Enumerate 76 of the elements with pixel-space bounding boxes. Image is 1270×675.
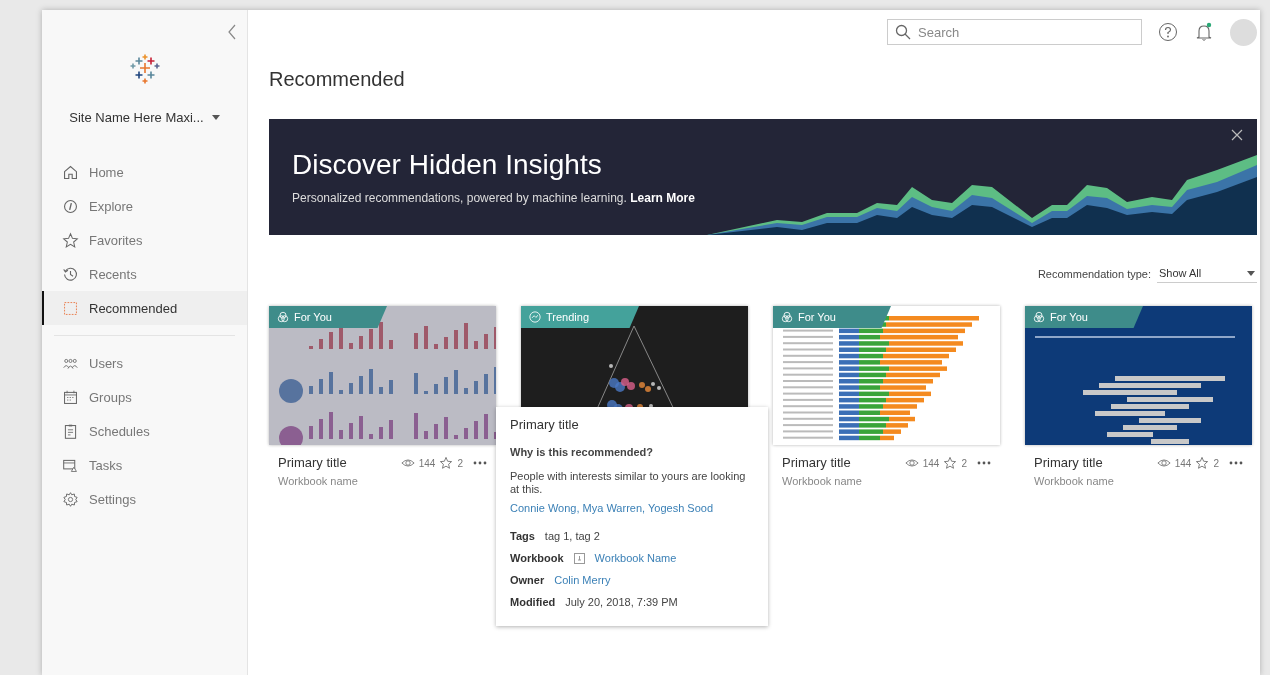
sidebar-item[interactable]: Settings [42,482,247,516]
favorite-count: 2 [961,457,967,469]
people-links[interactable]: Connie Wong, Mya Warren, Yogesh Sood [510,502,754,515]
sidebar-item[interactable]: Recents [42,257,247,291]
circles-icon [1033,311,1045,323]
sidebar-item[interactable]: Tasks [42,448,247,482]
learn-more-link[interactable]: Learn More [630,191,695,205]
tag-label: For You [1050,311,1088,323]
filter-label: Recommendation type: [1037,268,1151,280]
star-icon[interactable] [1195,456,1210,470]
star-icon [62,231,79,249]
banner-title: Discover Hidden Insights [292,149,603,181]
field-value[interactable]: Workbook Name [594,552,677,565]
view-count: 144 [922,457,940,469]
search-field[interactable]: Search [887,19,1142,45]
more-icon[interactable] [1229,461,1243,465]
favorite-count: 2 [457,457,463,469]
more-icon[interactable] [977,461,991,465]
sidebar-item[interactable]: Groups [42,380,247,414]
caret-icon[interactable] [211,115,220,120]
eye-icon [904,456,919,470]
workbook-name: Workbook name [278,475,358,487]
reason-text: People with interests similar to yours are looking at this. [510,470,747,497]
field-label: Tags [510,530,535,543]
eye-icon [1156,456,1171,470]
workbook-icon [573,552,585,564]
home-icon [62,163,79,181]
star-icon[interactable] [943,456,958,470]
settings-icon [62,490,79,508]
field-value: July 20, 2018, 7:39 PM [565,596,678,609]
search-icon [895,24,911,40]
favorite-count: 2 [1213,457,1219,469]
notification-bell-icon[interactable] [1194,22,1214,42]
trend-icon [529,311,541,323]
field-label: Modified [510,596,556,609]
field-label: Owner [510,574,545,587]
card-title[interactable]: Primary title [278,455,358,470]
logo-icon [129,54,160,84]
card-title[interactable]: Primary title [782,455,862,470]
popover-title: Primary title [510,417,580,432]
caret-icon [1247,270,1255,276]
field-label: Workbook [510,552,564,565]
sidebar-item[interactable]: Explore [42,189,247,223]
eye-icon [400,456,415,470]
sidebar-item[interactable]: Favorites [42,223,247,257]
help-icon[interactable] [1158,22,1178,42]
site-name[interactable]: Site Name Here Maxi... [69,110,204,125]
view-count: 144 [1174,457,1192,469]
banner-text: Personalized recommendations, powered by machine learning. Learn More [292,191,696,205]
view-count: 144 [418,457,436,469]
tag-label: For You [798,311,836,323]
tag-label: For You [294,311,332,323]
recommendation-type-dropdown[interactable]: Show All [1157,265,1257,283]
star-icon[interactable] [439,456,454,470]
close-icon[interactable] [1231,129,1243,141]
card-title[interactable]: Primary title [1034,455,1114,470]
more-icon[interactable] [473,461,487,465]
sidebar-item[interactable]: Home [42,155,247,189]
collapse-icon[interactable] [227,24,237,40]
field-value: tag 1, tag 2 [544,530,600,543]
groups-icon [62,388,79,406]
page-title: Recommended [269,68,406,91]
recommended-icon [62,299,79,317]
field-value[interactable]: Colin Merry [554,574,611,587]
workbook-name: Workbook name [1034,475,1114,487]
sidebar-item[interactable]: Schedules [42,414,247,448]
tag-label: Trending [546,311,589,323]
schedules-icon [62,422,79,440]
workbook-name: Workbook name [782,475,862,487]
recent-icon [62,265,79,283]
explore-icon [62,197,79,215]
sidebar-item[interactable]: Recommended [42,291,247,325]
question-heading: Why is this recommended? [510,446,655,458]
circles-icon [781,311,793,323]
sidebar-item[interactable]: Users [42,346,247,380]
circles-icon [277,311,289,323]
